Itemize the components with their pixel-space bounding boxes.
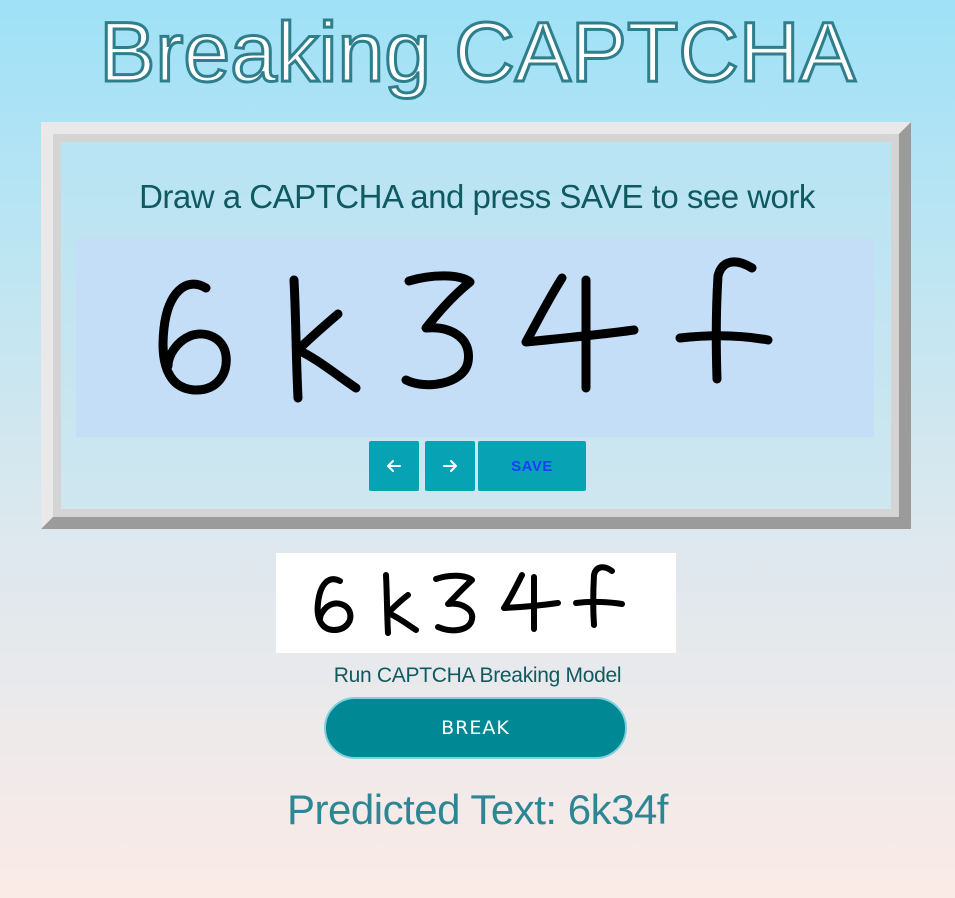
predicted-text: Predicted Text: 6k34f bbox=[287, 786, 668, 833]
undo-button[interactable] bbox=[369, 441, 419, 491]
redo-button[interactable] bbox=[425, 441, 475, 491]
saved-captcha-image bbox=[314, 564, 625, 636]
model-caption: Run CAPTCHA Breaking Model bbox=[333, 664, 622, 687]
drawing-canvas[interactable] bbox=[76, 238, 874, 437]
handwritten-captcha-drawing bbox=[158, 257, 773, 403]
app-title: Breaking CAPTCHA bbox=[98, 4, 857, 101]
save-button[interactable]: SAVE bbox=[478, 441, 586, 491]
break-button[interactable]: BREAK bbox=[324, 697, 627, 759]
arrow-right-icon bbox=[443, 460, 457, 472]
arrow-left-icon bbox=[387, 460, 401, 472]
saved-captcha-preview bbox=[276, 553, 676, 653]
draw-instruction: Draw a CAPTCHA and press SAVE to see wor… bbox=[139, 178, 815, 215]
